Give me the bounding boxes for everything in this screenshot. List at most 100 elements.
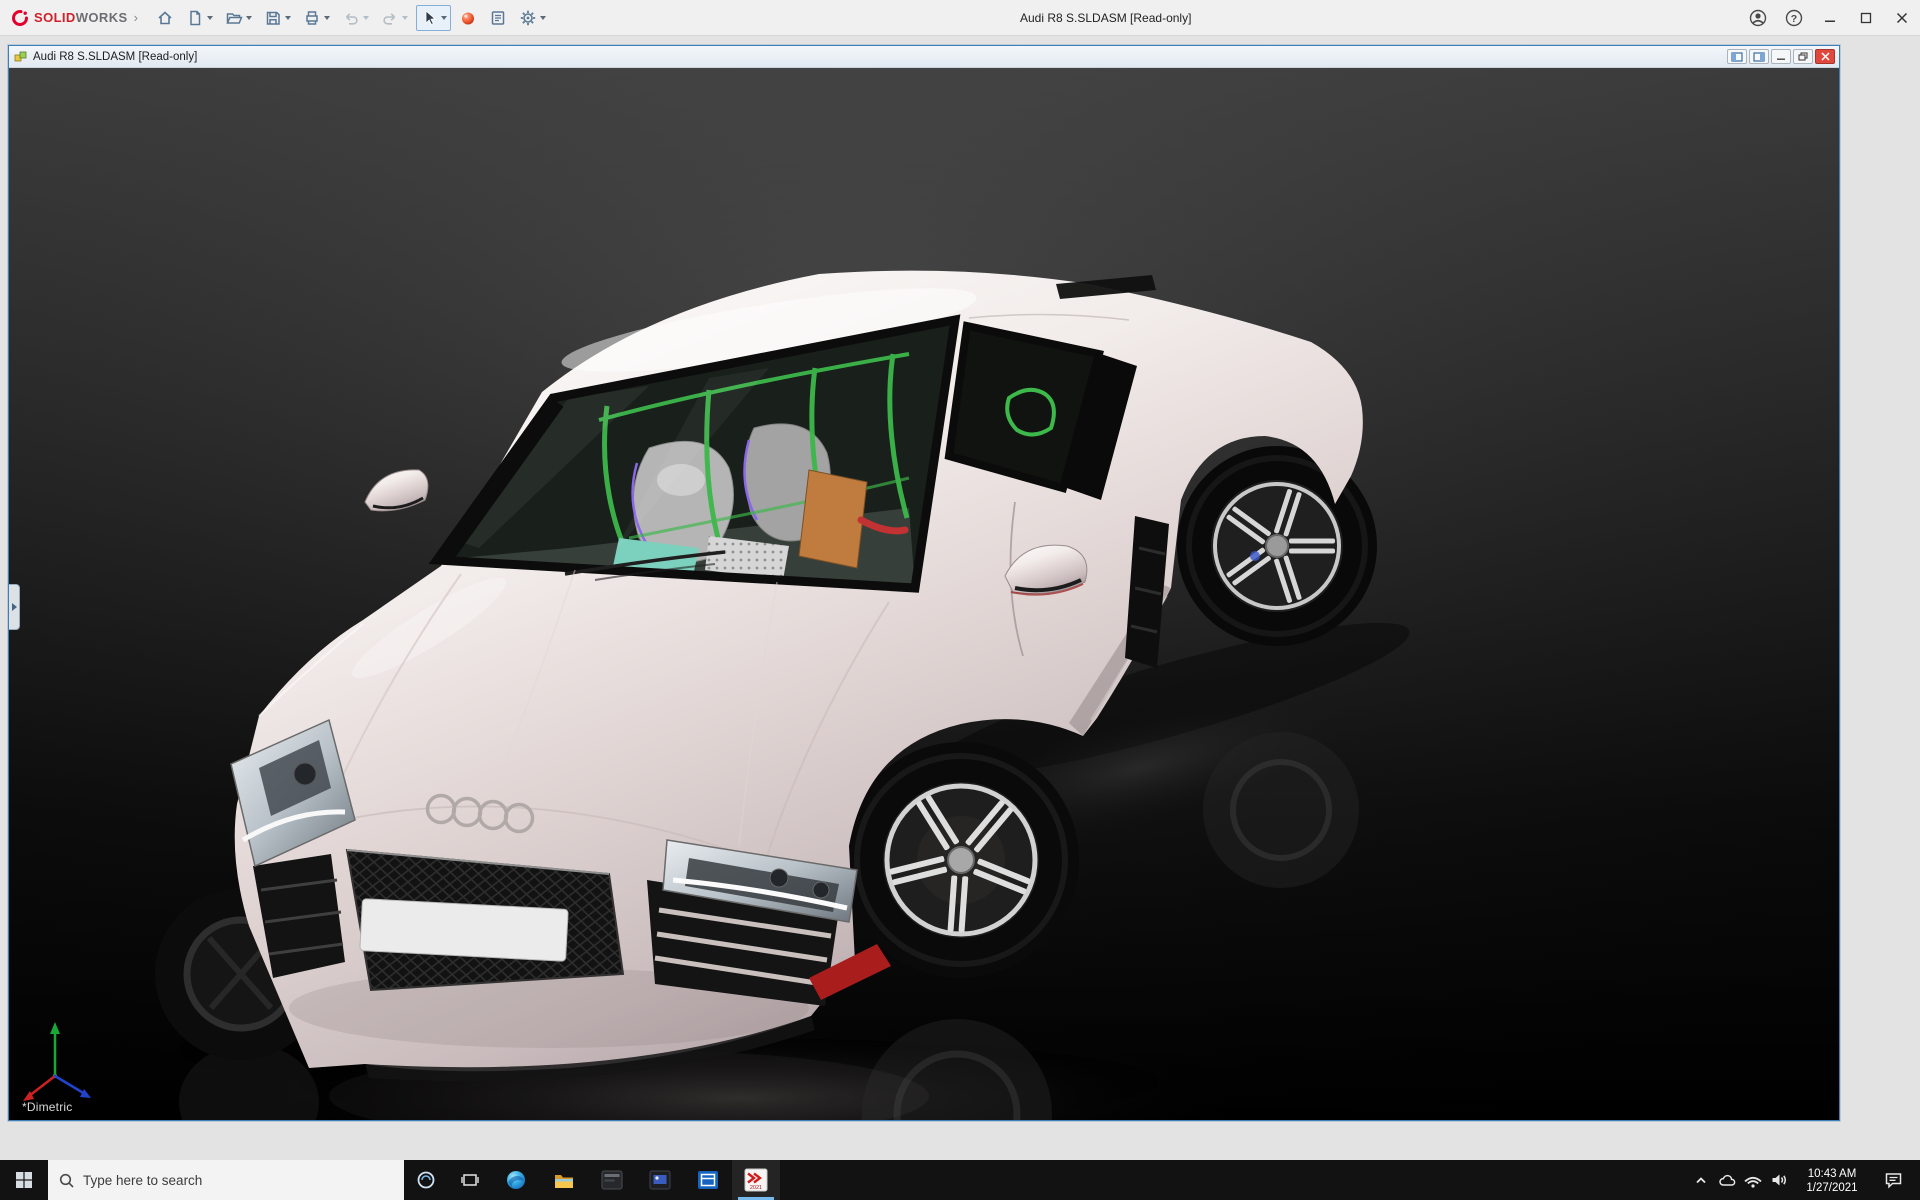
- doc-split-pane-right-button[interactable]: [1749, 49, 1769, 64]
- options-button[interactable]: [515, 5, 550, 31]
- graphics-viewport[interactable]: *Dimetric: [9, 68, 1839, 1120]
- svg-text:?: ?: [1791, 13, 1797, 25]
- brand-area[interactable]: SOLIDWORKS ›: [0, 8, 146, 28]
- undo-icon: [342, 9, 360, 27]
- taskbar-clock[interactable]: 10:43 AM 1/27/2021: [1792, 1166, 1872, 1195]
- notifications-bubble-icon: [1884, 1171, 1903, 1189]
- doc-minimize-button[interactable]: [1771, 49, 1791, 64]
- close-icon: [1896, 12, 1908, 24]
- cloud-icon: [1718, 1172, 1737, 1188]
- dropdown-caret[interactable]: [540, 16, 546, 20]
- app-close-button[interactable]: [1884, 0, 1920, 36]
- undo-button[interactable]: [338, 5, 373, 31]
- file-explorer-icon: [553, 1170, 575, 1190]
- task-view-icon: [460, 1171, 480, 1189]
- taskbar-dark-window-app-button[interactable]: [588, 1160, 636, 1200]
- select-tool-button[interactable]: [416, 5, 451, 31]
- action-center-button[interactable]: [1872, 1160, 1914, 1200]
- featuremanager-collapsed-tab[interactable]: [9, 584, 20, 630]
- windows-taskbar: 2021: [0, 1160, 1920, 1200]
- doc-close-button[interactable]: [1815, 49, 1835, 64]
- 3d-content-button[interactable]: [455, 5, 481, 31]
- taskbar-solidworks-button[interactable]: 2021: [732, 1160, 780, 1200]
- taskbar-blue-window-app-button[interactable]: [684, 1160, 732, 1200]
- app-minimize-button[interactable]: [1812, 0, 1848, 36]
- mdi-workspace: Audi R8 S.SLDASM [Read-only]: [0, 36, 1920, 1160]
- network-tray-button[interactable]: [1740, 1160, 1766, 1200]
- split-pane-right-icon: [1753, 52, 1765, 62]
- file-properties-icon: [489, 9, 507, 27]
- open-folder-icon: [225, 9, 243, 27]
- redo-icon: [381, 9, 399, 27]
- dropdown-caret[interactable]: [324, 16, 330, 20]
- help-icon: ?: [1784, 8, 1804, 28]
- account-button[interactable]: [1740, 0, 1776, 36]
- home-button[interactable]: [152, 5, 178, 31]
- start-button[interactable]: [0, 1160, 48, 1200]
- onedrive-tray-button[interactable]: [1714, 1160, 1740, 1200]
- taskbar-search[interactable]: [48, 1160, 404, 1200]
- maximize-icon: [1860, 12, 1872, 24]
- view-orientation-label: *Dimetric: [22, 1100, 72, 1114]
- document-window-controls: [1727, 49, 1835, 64]
- save-button[interactable]: [260, 5, 295, 31]
- solidworks-application: SOLIDWORKS ›: [0, 0, 1920, 1200]
- restore-icon: [1798, 52, 1808, 61]
- search-input[interactable]: [83, 1173, 373, 1188]
- gear-icon: [519, 9, 537, 27]
- titlebar-right-controls: ?: [1740, 0, 1920, 36]
- front-right-wheel[interactable]: [843, 742, 1079, 978]
- menu-expander-chevron[interactable]: ›: [134, 10, 138, 25]
- hidden-icons-chevron[interactable]: [1688, 1160, 1714, 1200]
- dropdown-caret[interactable]: [441, 16, 447, 20]
- quick-access-toolbar: [152, 5, 550, 31]
- task-view-button[interactable]: [448, 1160, 492, 1200]
- minimize-icon: [1824, 12, 1836, 24]
- doc-restore-button[interactable]: [1793, 49, 1813, 64]
- dark-window-app-icon: [601, 1169, 623, 1191]
- license-plate: [360, 899, 568, 962]
- red-sphere-icon: [459, 9, 477, 27]
- print-icon: [303, 9, 321, 27]
- taskbar-media-app-button[interactable]: [636, 1160, 684, 1200]
- assembly-document-icon: [14, 50, 28, 64]
- minimize-icon: [1776, 52, 1786, 61]
- system-tray: 10:43 AM 1/27/2021: [1688, 1160, 1920, 1200]
- redo-button[interactable]: [377, 5, 412, 31]
- cortana-button[interactable]: [404, 1160, 448, 1200]
- account-icon: [1748, 8, 1768, 28]
- doc-split-pane-left-button[interactable]: [1727, 49, 1747, 64]
- dropdown-caret[interactable]: [246, 16, 252, 20]
- dropdown-caret[interactable]: [402, 16, 408, 20]
- document-titlebar[interactable]: Audi R8 S.SLDASM [Read-only]: [9, 46, 1839, 68]
- wifi-icon: [1743, 1172, 1763, 1188]
- select-arrow-icon: [420, 9, 438, 27]
- help-button[interactable]: ?: [1776, 0, 1812, 36]
- file-properties-button[interactable]: [485, 5, 511, 31]
- save-floppy-icon: [264, 9, 282, 27]
- volume-tray-button[interactable]: [1766, 1160, 1792, 1200]
- dropdown-caret[interactable]: [285, 16, 291, 20]
- dropdown-caret[interactable]: [207, 16, 213, 20]
- open-button[interactable]: [221, 5, 256, 31]
- close-icon: [1821, 52, 1830, 61]
- solidworks-logo-icon: [10, 8, 30, 28]
- volume-icon: [1770, 1172, 1789, 1188]
- chevron-up-icon: [1693, 1172, 1709, 1188]
- svg-text:2021: 2021: [750, 1185, 762, 1191]
- document-title: Audi R8 S.SLDASM [Read-only]: [33, 51, 197, 63]
- taskbar-edge-button[interactable]: [492, 1160, 540, 1200]
- dropdown-caret[interactable]: [363, 16, 369, 20]
- new-document-button[interactable]: [182, 5, 217, 31]
- windows-logo-icon: [15, 1171, 33, 1189]
- app-maximize-button[interactable]: [1848, 0, 1884, 36]
- split-pane-left-icon: [1731, 52, 1743, 62]
- car-3d-scene[interactable]: [9, 68, 1839, 1120]
- document-window: Audi R8 S.SLDASM [Read-only]: [8, 45, 1840, 1121]
- cortana-icon: [416, 1170, 436, 1190]
- print-button[interactable]: [299, 5, 334, 31]
- app-window-title: Audi R8 S.SLDASM [Read-only]: [1020, 0, 1191, 36]
- edge-browser-icon: [505, 1169, 527, 1191]
- taskbar-file-explorer-button[interactable]: [540, 1160, 588, 1200]
- new-document-icon: [186, 9, 204, 27]
